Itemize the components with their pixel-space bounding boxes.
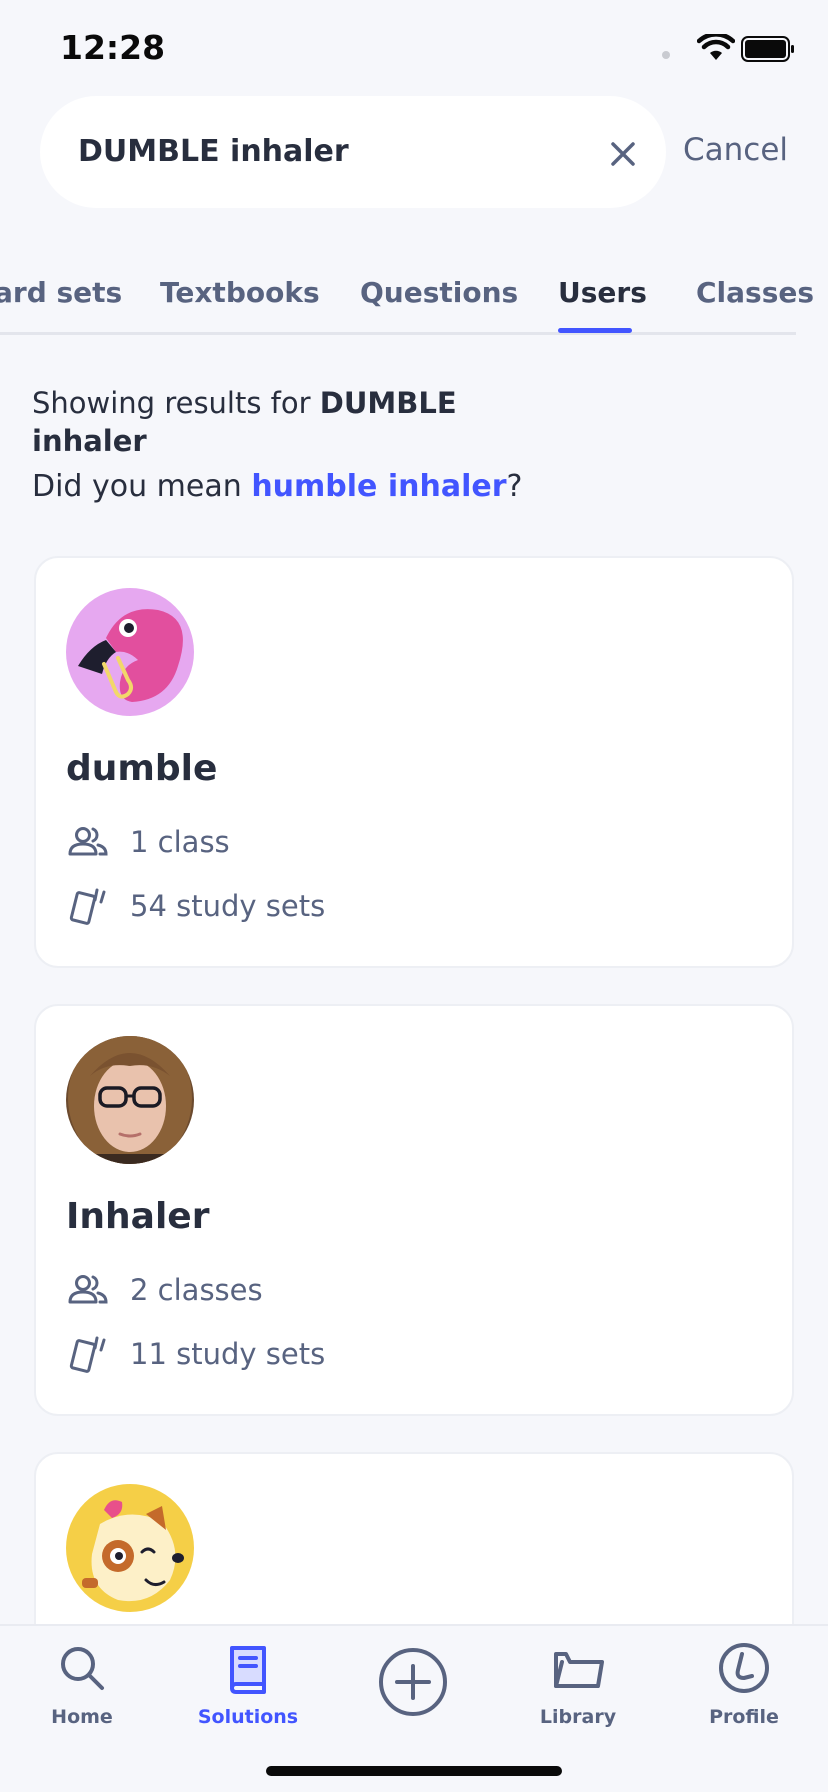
classes-count: 1 class	[130, 825, 230, 859]
folder-icon	[554, 1652, 604, 1688]
nav-library[interactable]: Library	[518, 1640, 638, 1728]
clear-search-icon[interactable]	[604, 135, 642, 173]
search-tabs: ard sets Textbooks Questions Users Class…	[0, 270, 814, 335]
nav-home-label: Home	[51, 1706, 113, 1728]
cards-icon	[69, 888, 106, 925]
profile-icon	[719, 1643, 769, 1693]
study-sets-count: 54 study sets	[130, 889, 326, 923]
home-indicator	[266, 1766, 562, 1776]
tab-questions[interactable]: Questions	[360, 276, 518, 309]
tab-classes[interactable]: Classes	[696, 276, 814, 309]
cards-icon	[69, 1336, 106, 1373]
nav-create[interactable]	[353, 1640, 473, 1728]
study-sets-count: 11 study sets	[130, 1337, 326, 1371]
classes-stat: 1 class	[66, 820, 230, 864]
status-bar: 12:28	[0, 0, 828, 100]
suggestion-suffix: ?	[506, 469, 523, 504]
suggestion-link[interactable]: humble inhaler	[251, 469, 506, 504]
nav-library-label: Library	[539, 1706, 617, 1728]
search-icon	[61, 1647, 104, 1690]
nav-solutions-label: Solutions	[197, 1706, 299, 1728]
search-input[interactable]: DUMBLE inhaler	[40, 96, 666, 208]
study-sets-stat: 11 study sets	[66, 1332, 325, 1376]
classes-stat: 2 classes	[66, 1268, 263, 1312]
username: Inhaler	[66, 1196, 210, 1237]
status-time: 12:28	[60, 28, 166, 67]
did-you-mean: Did you mean humble inhaler?	[32, 469, 522, 504]
dog-avatar-icon	[66, 1484, 194, 1612]
photo-avatar-icon	[66, 1036, 194, 1164]
search-input-value: DUMBLE inhaler	[78, 134, 349, 169]
study-sets-stat: 54 study sets	[66, 884, 325, 928]
tab-users[interactable]: Users	[558, 276, 647, 309]
plus-circle-icon	[379, 1648, 447, 1716]
book-icon	[230, 1646, 266, 1694]
tab-flashcard-sets[interactable]: ard sets	[0, 276, 122, 309]
classes-count: 2 classes	[130, 1273, 263, 1307]
nav-solutions[interactable]: Solutions	[188, 1640, 308, 1728]
did-you-mean-prefix: Did you mean	[32, 469, 242, 504]
avatar	[66, 1036, 194, 1164]
wifi-icon	[697, 34, 735, 60]
nav-profile[interactable]: Profile	[684, 1640, 804, 1728]
tab-textbooks[interactable]: Textbooks	[160, 276, 320, 309]
flamingo-avatar-icon	[66, 588, 194, 716]
users-icon	[68, 1275, 108, 1304]
nav-profile-label: Profile	[709, 1706, 779, 1728]
users-icon	[68, 827, 108, 856]
battery-icon	[741, 36, 794, 62]
user-card[interactable]: dumble 1 class 54 study sets	[34, 556, 794, 968]
user-card[interactable]: Inhaler 2 classes 11 study sets	[34, 1004, 794, 1416]
active-tab-indicator	[558, 328, 632, 333]
nav-home[interactable]: Home	[22, 1640, 142, 1728]
cancel-button[interactable]: Cancel	[683, 132, 788, 168]
avatar	[66, 1484, 194, 1612]
username: dumble	[66, 748, 218, 789]
results-summary: Showing results for DUMBLE inhaler	[32, 384, 552, 460]
status-dot	[662, 51, 670, 59]
results-prefix: Showing results for	[32, 386, 311, 420]
user-card[interactable]	[34, 1452, 794, 1632]
avatar	[66, 588, 194, 716]
